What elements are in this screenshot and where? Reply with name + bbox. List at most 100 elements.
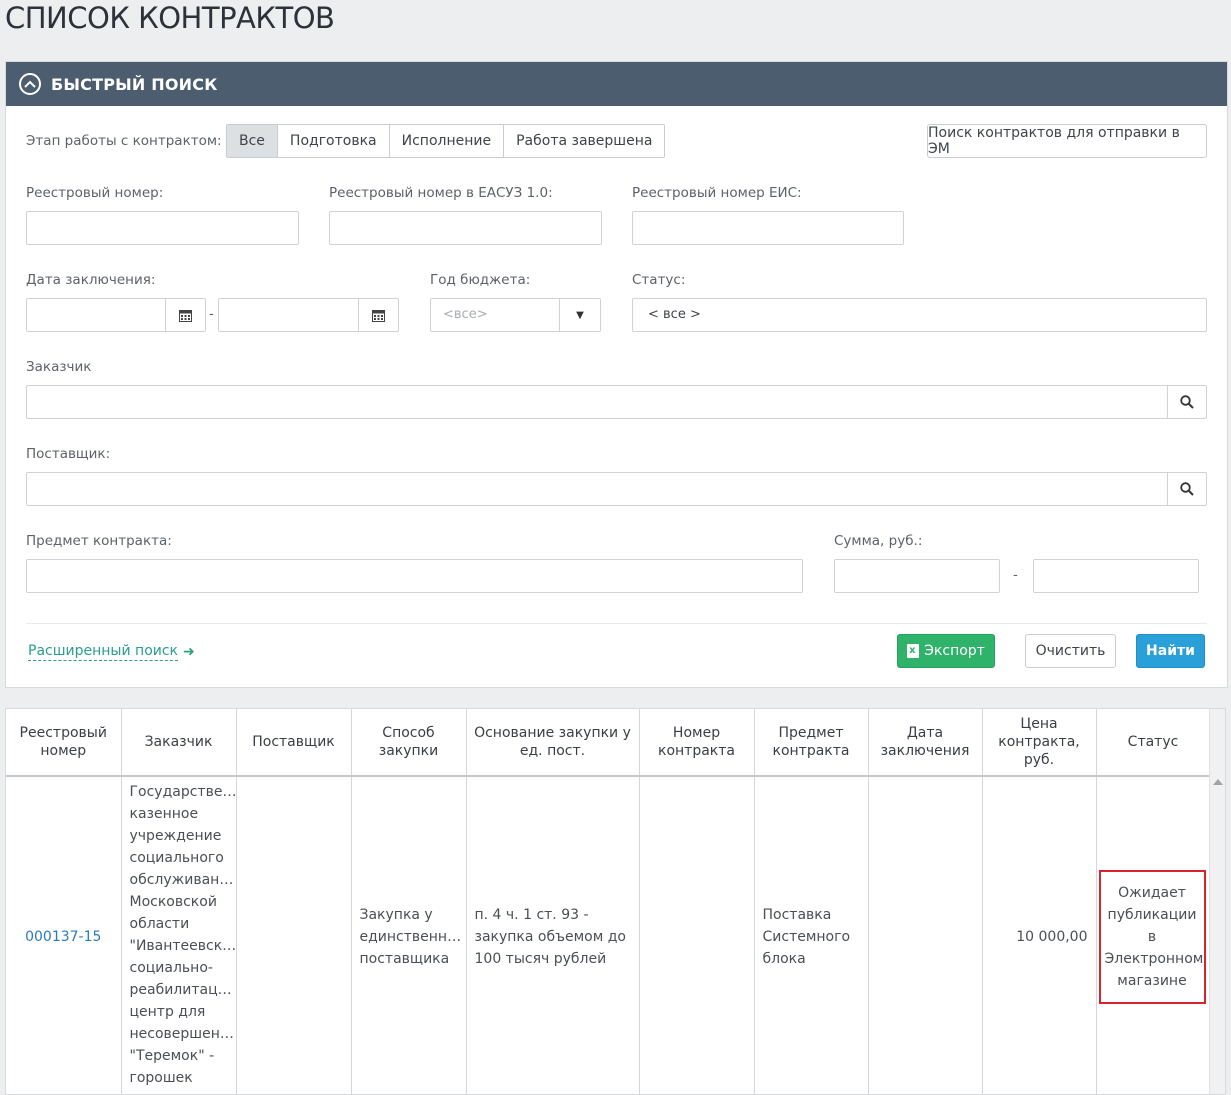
method-line: единственн… xyxy=(359,928,462,945)
status-line: публикации в xyxy=(1107,906,1197,945)
reg-number-label: Реестровый номер: xyxy=(26,185,164,201)
column-header[interactable]: Дата заключения xyxy=(868,709,983,777)
customer-line: "Теремок" - xyxy=(129,1048,215,1064)
caret-down-icon[interactable]: ▼ xyxy=(559,299,600,331)
quick-search-header[interactable]: БЫСТРЫЙ ПОИСК xyxy=(6,62,1227,106)
customer-line: центр для xyxy=(129,1004,206,1020)
status-line: магазине xyxy=(1117,972,1187,989)
find-button[interactable]: Найти xyxy=(1136,634,1205,668)
stage-all-button[interactable]: Все xyxy=(227,125,277,157)
search-icon[interactable] xyxy=(1167,386,1206,418)
sum-to-input[interactable] xyxy=(1033,559,1199,593)
reg-number-easuz-input[interactable] xyxy=(329,211,602,245)
stage-segmented-control: Все Подготовка Исполнение Работа заверше… xyxy=(226,124,666,158)
status-line: Электронном xyxy=(1104,950,1204,967)
stage-completed-button[interactable]: Работа завершена xyxy=(503,125,665,157)
page-title: СПИСОК КОНТРАКТОВ xyxy=(5,1,335,35)
reg-number-input[interactable] xyxy=(26,211,299,245)
subject-line: блока xyxy=(762,950,806,967)
column-header[interactable]: Статус xyxy=(1096,709,1211,777)
table-row[interactable]: 000137-15 Государстве… казенное учрежден… xyxy=(6,776,1211,1094)
reg-number-easuz-label: Реестровый номер в ЕАСУЗ 1.0: xyxy=(329,185,553,201)
column-header[interactable]: Способ закупки xyxy=(351,709,467,777)
method-line: Закупка у xyxy=(359,906,433,923)
scroll-up-icon[interactable] xyxy=(1213,779,1223,785)
customer-line: социального xyxy=(129,850,224,866)
em-search-button[interactable]: Поиск контрактов для отправки в ЭМ xyxy=(927,124,1207,158)
vertical-scrollbar[interactable] xyxy=(1209,709,1225,1094)
export-button[interactable]: x Экспорт xyxy=(897,634,995,668)
column-header[interactable]: Предмет контракта xyxy=(754,709,869,777)
advanced-search-link[interactable]: Расширенный поиск xyxy=(28,642,179,661)
customer-input[interactable] xyxy=(26,385,1207,419)
supplier-cell xyxy=(236,776,352,1094)
reg-number-eis-label: Реестровый номер ЕИС: xyxy=(632,185,802,201)
sum-separator: - xyxy=(1013,567,1018,583)
subject-cell: Поставка Системного блока xyxy=(754,776,869,1094)
customer-line: горошек xyxy=(129,1070,193,1086)
date-label: Дата заключения: xyxy=(26,272,156,288)
arrow-right-icon[interactable]: ➜ xyxy=(183,644,195,660)
date-separator: - xyxy=(209,306,214,322)
column-header[interactable]: Основание закупки у ед. пост. xyxy=(466,709,640,777)
basis-line: 100 тысяч рублей xyxy=(474,950,607,967)
date-from-input[interactable] xyxy=(26,298,206,332)
sum-label: Сумма, руб.: xyxy=(834,533,923,549)
column-header[interactable]: Реестровый номер xyxy=(6,709,122,777)
customer-line: "Ивантеевск… xyxy=(129,938,237,954)
budget-year-select[interactable]: <все> ▼ xyxy=(430,298,601,332)
status-line: Ожидает xyxy=(1118,884,1186,901)
search-icon[interactable] xyxy=(1167,473,1206,505)
column-header[interactable]: Цена контракта, руб. xyxy=(982,709,1097,777)
basis-cell: п. 4 ч. 1 ст. 93 - закупка объемом до 10… xyxy=(466,776,640,1094)
column-header[interactable]: Поставщик xyxy=(236,709,352,777)
method-cell: Закупка у единственн… поставщика xyxy=(351,776,467,1094)
basis-line: закупка объемом до xyxy=(474,928,627,945)
chevron-up-icon[interactable] xyxy=(19,73,41,95)
subject-label: Предмет контракта: xyxy=(26,533,172,549)
reg-number-eis-input[interactable] xyxy=(632,211,904,245)
price-cell: 10 000,00 xyxy=(982,776,1097,1094)
method-line: поставщика xyxy=(359,950,450,967)
supplier-input[interactable] xyxy=(26,472,1207,506)
column-header[interactable]: Заказчик xyxy=(121,709,237,777)
export-label: Экспорт xyxy=(924,643,985,659)
customer-line: Московской xyxy=(129,894,217,910)
excel-file-icon: x xyxy=(907,644,920,658)
divider xyxy=(26,623,1207,624)
budget-year-value: <все> xyxy=(443,307,488,322)
budget-year-label: Год бюджета: xyxy=(430,272,531,288)
calendar-icon[interactable] xyxy=(165,299,205,331)
status-label: Статус: xyxy=(632,272,686,288)
basis-line: п. 4 ч. 1 ст. 93 - xyxy=(474,906,589,923)
customer-line: учреждение xyxy=(129,828,222,844)
table-header-row: Реестровый номер Заказчик Поставщик Спос… xyxy=(6,709,1211,777)
customer-label: Заказчик xyxy=(26,359,92,375)
customer-line: реабилитац… xyxy=(129,982,232,998)
subject-line: Поставка xyxy=(762,906,832,923)
date-to-input[interactable] xyxy=(218,298,399,332)
status-select[interactable]: < все > xyxy=(632,298,1207,332)
customer-line: несовершен… xyxy=(129,1026,234,1042)
subject-line: Системного xyxy=(762,928,851,945)
status-cell: Ожидает публикации в Электронном магазин… xyxy=(1096,776,1211,1094)
sum-from-input[interactable] xyxy=(834,559,1000,593)
customer-line: обслуживан… xyxy=(129,872,234,888)
subject-input[interactable] xyxy=(26,559,803,593)
quick-search-title: БЫСТРЫЙ ПОИСК xyxy=(51,74,218,94)
clear-button[interactable]: Очистить xyxy=(1025,634,1116,668)
column-header[interactable]: Номер контракта xyxy=(639,709,755,777)
date-cell xyxy=(868,776,983,1094)
status-value: < все > xyxy=(648,307,701,322)
stage-preparation-button[interactable]: Подготовка xyxy=(276,125,389,157)
supplier-label: Поставщик: xyxy=(26,446,111,462)
customer-line: социально- xyxy=(129,960,213,976)
stage-execution-button[interactable]: Исполнение xyxy=(388,125,504,157)
stage-label: Этап работы с контрактом: xyxy=(26,133,222,149)
customer-line: Государстве… xyxy=(129,784,237,800)
calendar-icon[interactable] xyxy=(358,299,398,331)
reg-number-link[interactable]: 000137-15 xyxy=(6,776,122,1094)
status-highlight: Ожидает публикации в Электронном магазин… xyxy=(1098,869,1206,1004)
contracts-table: Реестровый номер Заказчик Поставщик Спос… xyxy=(5,708,1226,1095)
customer-cell: Государстве… казенное учреждение социаль… xyxy=(121,776,237,1094)
